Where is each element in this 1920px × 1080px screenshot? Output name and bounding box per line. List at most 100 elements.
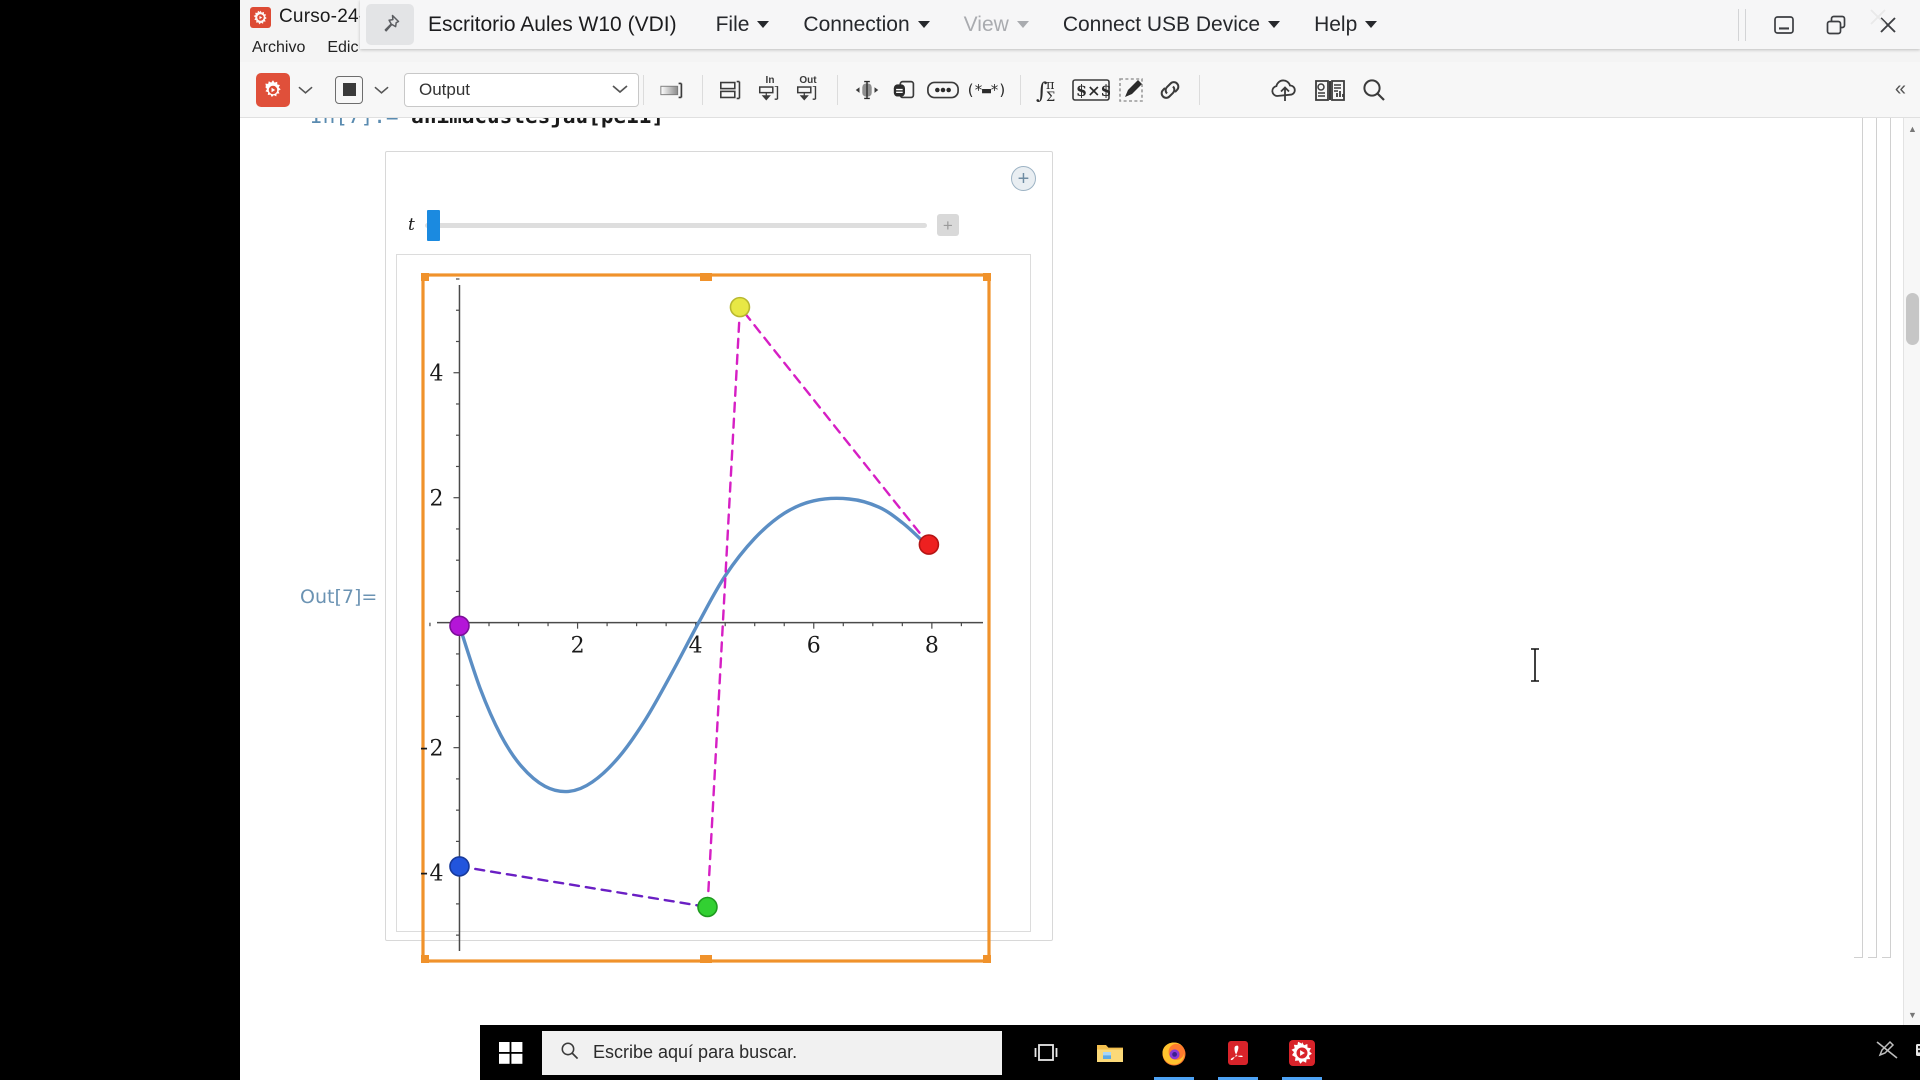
menu-edicion[interactable]: Edic: [327, 39, 358, 57]
adobe-reader-icon[interactable]: [1210, 1025, 1266, 1080]
input-cell[interactable]: In[7]:= animacustesjau[pe11]: [310, 118, 664, 128]
graphics-output-frame[interactable]: 246842−2−4: [396, 254, 1031, 967]
svg-text:Σ: Σ: [1046, 90, 1055, 104]
output-cell-label: Out[7]=: [300, 586, 378, 608]
vdi-menu-connect-usb-device[interactable]: Connect USB Device: [1046, 5, 1297, 45]
mathematica-icon[interactable]: [1274, 1025, 1330, 1080]
x-tick-label: 2: [571, 634, 585, 659]
vdi-menu-connection[interactable]: Connection: [786, 5, 946, 45]
vdi-menu-file[interactable]: File: [699, 5, 787, 45]
vdi-session-title: Escritorio Aules W10 (VDI): [428, 12, 677, 36]
scrollbar-thumb[interactable]: [1906, 293, 1919, 345]
file-explorer-icon[interactable]: [1082, 1025, 1138, 1080]
manipulate-add-controls-button[interactable]: +: [1011, 166, 1036, 191]
math-typesetting-icon[interactable]: ∫ π Σ: [1033, 73, 1067, 107]
selection-handle: [983, 955, 995, 967]
group-output-cells-icon[interactable]: Out: [791, 73, 825, 107]
cell-style-select[interactable]: Output: [404, 72, 639, 107]
abort-dropdown-chevron-down-icon[interactable]: [370, 73, 392, 107]
plot-svg: 246842−2−4: [411, 269, 995, 967]
point-red: [918, 534, 940, 555]
toolbar-divider: [702, 74, 703, 105]
selection-handle: [700, 955, 712, 967]
manipulate-panel[interactable]: + t + 246842−2−4: [385, 151, 1053, 967]
manipulate-slider-row: t +: [408, 208, 1008, 242]
pin-icon[interactable]: [366, 4, 414, 45]
windows-start-icon[interactable]: [480, 1025, 542, 1080]
vdi-menu-view[interactable]: View: [947, 5, 1046, 45]
cell-grouping-group: In Out: [707, 73, 833, 107]
chevron-down-icon: [1365, 21, 1378, 28]
cloud-publish-icon[interactable]: [1266, 73, 1306, 107]
mathematica-window-title: Curso-24-: [279, 6, 366, 27]
y-tick-label: −4: [421, 862, 443, 887]
pen-disabled-icon[interactable]: [1875, 1040, 1899, 1065]
minimize-icon[interactable]: [1758, 3, 1810, 47]
chevron-down-icon: [612, 81, 628, 98]
cell-tags-icon[interactable]: (*▬*): [964, 73, 1008, 107]
keyboard-icon[interactable]: [1915, 1041, 1920, 1064]
task-view-icon[interactable]: [1018, 1025, 1074, 1080]
cell-gradient-group: [648, 73, 698, 107]
point-blue: [449, 856, 470, 877]
vdi-menu-help-label: Help: [1314, 12, 1358, 36]
remote-desktop: Curso-24- Archivo Edic Output In Out (*▬…: [240, 0, 1920, 1080]
cell-width-icon[interactable]: [850, 73, 884, 107]
host-window-close-icon[interactable]: [1850, 0, 1906, 34]
chevron-down-icon: [1268, 21, 1281, 28]
svg-text:$×$: $×$: [1076, 81, 1110, 100]
abort-stop-icon[interactable]: [332, 73, 366, 107]
group-input-cells-icon[interactable]: In: [753, 73, 787, 107]
more-options-icon[interactable]: [926, 73, 960, 107]
taskbar-search-placeholder: Escribe aquí para buscar.: [593, 1042, 798, 1062]
point-yellow: [729, 296, 751, 318]
toolbar-divider: [643, 74, 644, 105]
menu-archivo[interactable]: Archivo: [252, 39, 305, 57]
scroll-down-arrow[interactable]: ▼: [1904, 1006, 1920, 1023]
chevron-down-icon: [757, 21, 770, 28]
documentation-icon[interactable]: [1310, 73, 1350, 107]
t-slider[interactable]: [424, 209, 927, 241]
group-input-cells-label: In: [765, 75, 775, 86]
abort-group: [324, 73, 400, 107]
chevron-down-icon: [1016, 21, 1029, 28]
slider-label-t: t: [408, 215, 415, 235]
run-evaluate-icon[interactable]: [256, 72, 290, 107]
y-tick-label: −2: [421, 737, 443, 762]
drawing-tools-icon[interactable]: [1115, 73, 1149, 107]
vdi-menu-help[interactable]: Help: [1297, 5, 1394, 45]
toolbar-divider: [1199, 74, 1200, 105]
toolbar-divider: [1745, 8, 1746, 41]
firefox-icon[interactable]: [1146, 1025, 1202, 1080]
plot-area[interactable]: 246842−2−4: [411, 269, 995, 967]
y-tick-label: 4: [429, 362, 443, 387]
tex-input-icon[interactable]: $×$: [1071, 73, 1111, 107]
cell-bracket-group[interactable]: [1868, 118, 1877, 958]
help-group: [1258, 73, 1402, 107]
cell-tags-label: (*▬*): [965, 80, 1007, 99]
notebook-canvas[interactable]: In[7]:= animacustesjau[pe11] Out[7]= + t: [240, 118, 1920, 1025]
cell-bracket-outer[interactable]: [1854, 118, 1863, 958]
windows-taskbar: Escribe aquí para buscar.: [480, 1025, 1920, 1080]
run-dropdown-chevron-down-icon[interactable]: [294, 73, 316, 107]
notebook-vertical-scrollbar[interactable]: ▲ ▼: [1903, 118, 1920, 1025]
taskbar-search-box[interactable]: Escribe aquí para buscar.: [542, 1030, 1002, 1075]
toolbar-collapse-button[interactable]: «: [1895, 78, 1912, 101]
hyperlink-icon[interactable]: [1153, 73, 1187, 107]
scroll-up-arrow[interactable]: ▲: [1904, 120, 1920, 137]
cell-properties-icon[interactable]: [888, 73, 922, 107]
series-polyline-violet: [458, 865, 709, 909]
search-icon[interactable]: [1354, 73, 1394, 107]
t-slider-thumb[interactable]: [426, 209, 440, 241]
cell-bracket-output[interactable]: [1882, 118, 1891, 958]
vdi-menu-connection-label: Connection: [803, 12, 910, 36]
cell-gradient-bracket-icon[interactable]: [656, 73, 690, 107]
cell-options-group: (*▬*): [842, 73, 1016, 107]
mathematica-icon: [250, 6, 271, 28]
toolbar-divider: [1738, 8, 1739, 41]
animate-button[interactable]: +: [936, 214, 959, 236]
selection-handle: [983, 269, 995, 281]
split-cell-icon[interactable]: [715, 73, 749, 107]
input-cell-label: In[7]:=: [310, 118, 399, 128]
selection-handle: [700, 269, 712, 281]
